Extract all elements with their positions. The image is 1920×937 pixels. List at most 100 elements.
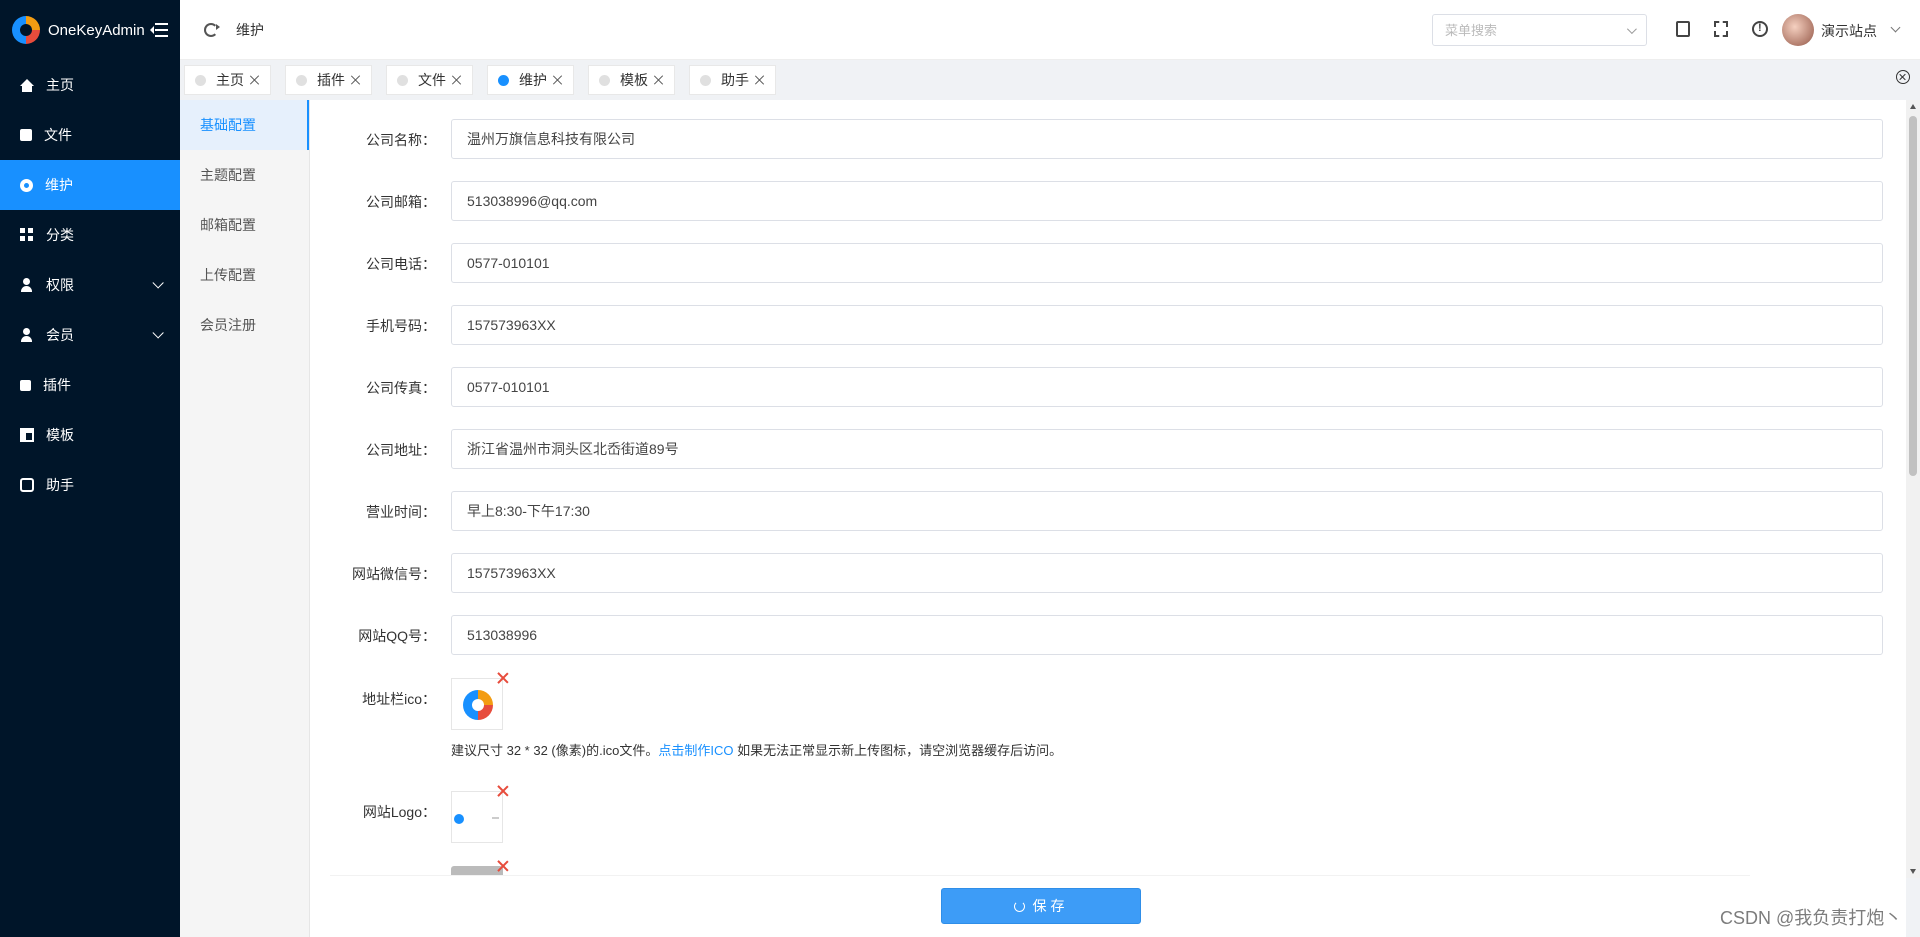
business-hours-input[interactable] [451, 491, 1883, 531]
mobile-preview-icon[interactable] [1676, 21, 1690, 37]
mobile-input[interactable] [451, 305, 1883, 345]
close-all-tabs-icon[interactable] [1896, 70, 1910, 84]
company-phone-input[interactable] [451, 243, 1883, 283]
form-row-qq: 网站QQ号： [310, 615, 1906, 655]
user-lock-icon [20, 278, 34, 292]
sidebar-item-files[interactable]: 文件 [0, 110, 180, 160]
user-icon [20, 328, 34, 342]
gear-icon [20, 178, 33, 192]
form-row-business-hours: 营业时间： [310, 491, 1906, 531]
subnav-basic-config[interactable]: 基础配置 [180, 100, 309, 150]
sidebar-item-label: 分类 [46, 227, 74, 243]
form-row-mobile: 手机号码： [310, 305, 1906, 345]
sidebar-item-templates[interactable]: 模板 [0, 410, 180, 460]
form-label: 营业时间： [366, 504, 436, 520]
close-icon[interactable] [250, 75, 260, 85]
tab-label: 主页 [216, 72, 244, 88]
avatar[interactable] [1782, 14, 1814, 46]
form-label: 公司传真： [366, 380, 436, 396]
close-icon[interactable] [755, 75, 765, 85]
sidebar-item-maintenance[interactable]: 维护 [0, 160, 180, 210]
tab-files[interactable]: 文件 [386, 65, 473, 95]
tab-label: 插件 [317, 72, 345, 88]
sidebar-item-permissions[interactable]: 权限 [0, 260, 180, 310]
puzzle-icon [20, 379, 31, 391]
tab-maintenance[interactable]: 维护 [487, 65, 574, 95]
favicon-image [463, 690, 493, 720]
menu-fold-icon[interactable] [150, 23, 168, 37]
app-title: OneKeyAdmin [48, 21, 145, 39]
menu-search-input[interactable] [1445, 22, 1615, 38]
content-scrollbar[interactable] [1906, 100, 1920, 878]
form-row-company-phone: 公司电话： [310, 243, 1906, 283]
company-name-input[interactable] [451, 119, 1883, 159]
chevron-down-icon [1626, 23, 1637, 34]
refresh-icon [1013, 900, 1025, 912]
form-label: 公司名称： [366, 132, 436, 148]
make-ico-link[interactable]: 点击制作ICO [658, 743, 733, 758]
sidebar-item-label: 插件 [43, 377, 71, 393]
app-logo [12, 16, 40, 44]
sidebar-item-plugins[interactable]: 插件 [0, 360, 180, 410]
subnav-mail-config[interactable]: 邮箱配置 [180, 200, 309, 250]
tab-status-dot [397, 74, 408, 86]
sidebar: OneKeyAdmin 主页 文件 维护 分类 权限 会员 插件 模板 助手 [0, 0, 180, 937]
subnav-upload-config[interactable]: 上传配置 [180, 250, 309, 300]
close-icon[interactable] [452, 75, 462, 85]
subnav-theme-config[interactable]: 主题配置 [180, 150, 309, 200]
sidebar-item-category[interactable]: 分类 [0, 210, 180, 260]
company-email-input[interactable] [451, 181, 1883, 221]
favicon-preview[interactable] [451, 678, 503, 730]
refresh-icon[interactable] [204, 22, 220, 37]
scroll-thumb[interactable] [1909, 116, 1917, 476]
sidebar-item-label: 助手 [46, 477, 74, 493]
close-icon[interactable] [553, 75, 563, 85]
address-input[interactable] [451, 429, 1883, 469]
tab-home[interactable]: 主页 [184, 65, 271, 95]
form-label: 网站QQ号： [358, 628, 436, 644]
chevron-down-icon[interactable] [1890, 22, 1901, 33]
breadcrumb: 维护 [236, 21, 264, 38]
watermark: CSDN @我负责打炮丶 [1720, 908, 1903, 928]
logo-image-detail [492, 817, 499, 819]
scroll-up-icon[interactable] [1910, 104, 1916, 109]
file-icon [20, 129, 32, 141]
sidebar-item-members[interactable]: 会员 [0, 310, 180, 360]
logo-row: OneKeyAdmin [0, 0, 180, 60]
wechat-input[interactable] [451, 553, 1883, 593]
save-button-label: 保存 [1032, 898, 1069, 914]
favicon-label: 地址栏ico： [362, 691, 436, 707]
sidebar-item-label: 权限 [46, 277, 74, 293]
scroll-down-icon[interactable] [1910, 869, 1916, 874]
close-icon[interactable] [654, 75, 664, 85]
tab-templates[interactable]: 模板 [588, 65, 675, 95]
tab-status-dot [296, 74, 307, 86]
sidebar-item-label: 文件 [44, 127, 72, 143]
qq-input[interactable] [451, 615, 1883, 655]
fullscreen-icon[interactable] [1714, 21, 1728, 37]
sidebar-item-assistant[interactable]: 助手 [0, 460, 180, 510]
sidebar-item-home[interactable]: 主页 [0, 60, 180, 110]
tab-label: 助手 [721, 72, 749, 88]
form-row-company-name: 公司名称： [310, 119, 1906, 159]
form-label: 公司邮箱： [366, 194, 436, 210]
delete-favicon-icon[interactable] [497, 672, 509, 684]
info-icon[interactable] [1752, 21, 1768, 37]
tab-plugins[interactable]: 插件 [285, 65, 372, 95]
tab-status-dot [498, 74, 509, 86]
menu-search-select[interactable] [1432, 14, 1647, 46]
delete-image-icon[interactable] [497, 860, 509, 872]
logo-preview[interactable] [451, 791, 503, 843]
subnav-member-register[interactable]: 会员注册 [180, 300, 309, 350]
form-row-address: 公司地址： [310, 429, 1906, 469]
close-icon[interactable] [351, 75, 361, 85]
delete-logo-icon[interactable] [497, 785, 509, 797]
tab-label: 维护 [519, 72, 547, 88]
tab-bar: 主页 插件 文件 维护 模板 助手 [180, 60, 1920, 100]
save-button[interactable]: 保存 [941, 888, 1141, 924]
tab-assistant[interactable]: 助手 [689, 65, 776, 95]
user-name[interactable]: 演示站点 [1821, 21, 1877, 41]
chevron-down-icon [152, 327, 164, 339]
fax-input[interactable] [451, 367, 1883, 407]
sidebar-item-label: 模板 [46, 427, 74, 443]
